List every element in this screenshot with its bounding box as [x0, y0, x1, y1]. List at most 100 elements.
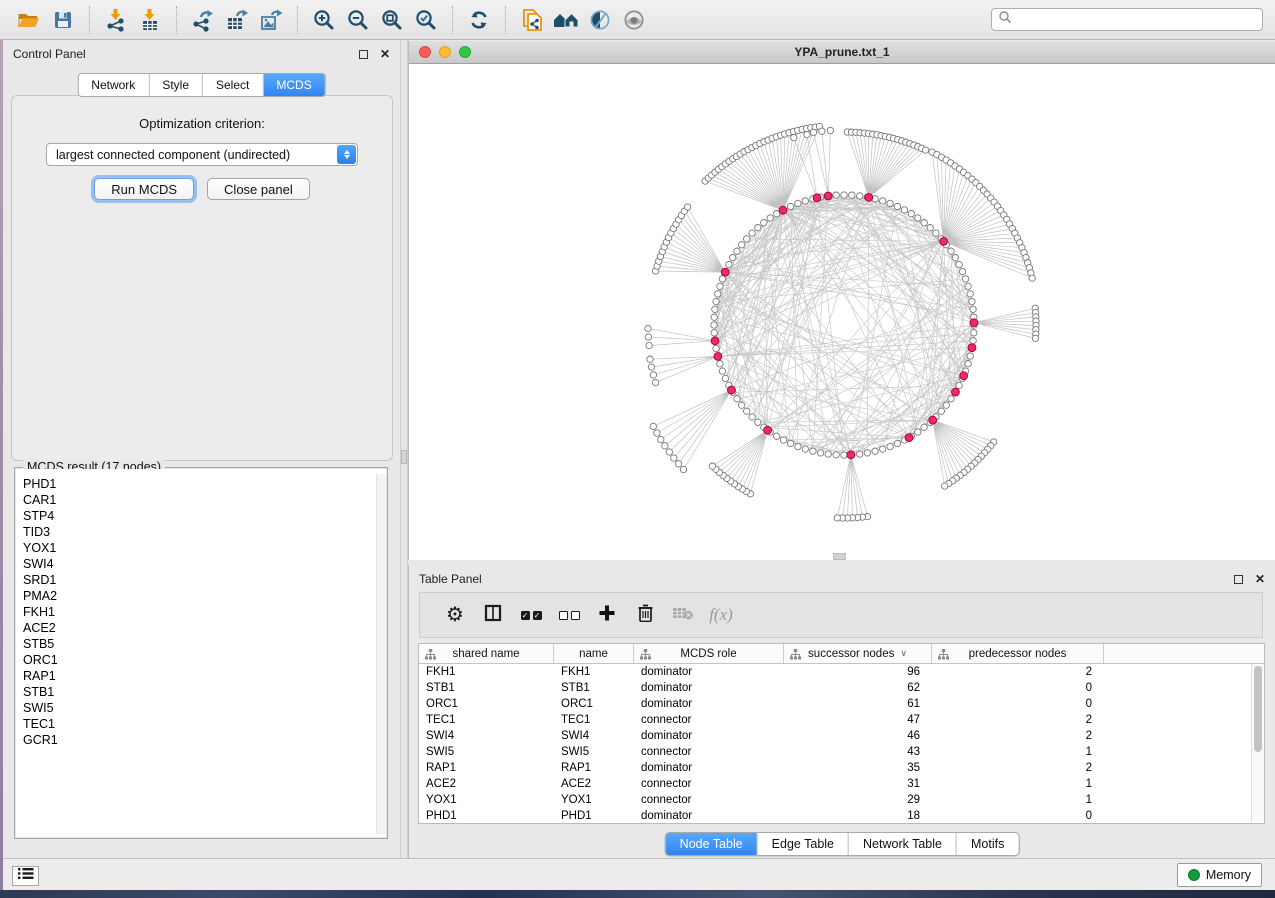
cell-shared-name[interactable]: FKH1 [419, 666, 554, 678]
cell-shared-name[interactable]: PHD1 [419, 810, 554, 822]
network-titlebar[interactable]: YPA_prune.txt_1 [409, 41, 1275, 64]
table-row[interactable]: TEC1TEC1connector472 [419, 712, 1264, 728]
table-row[interactable]: ORC1ORC1dominator610 [419, 696, 1264, 712]
function-builder-button[interactable]: f(x) [702, 598, 740, 632]
mcds-result-item[interactable]: GCR1 [16, 732, 386, 748]
cell-name[interactable]: ACE2 [554, 778, 634, 790]
search-input[interactable] [1012, 13, 1256, 27]
cell-successor-nodes[interactable]: 46 [784, 730, 932, 742]
show-all-button[interactable] [617, 4, 651, 36]
table-row[interactable]: STB1STB1dominator620 [419, 680, 1264, 696]
mcds-result-item[interactable]: ORC1 [16, 652, 386, 668]
zoom-out-button[interactable] [341, 4, 375, 36]
export-image-button[interactable] [254, 4, 288, 36]
tab-motifs[interactable]: Motifs [956, 833, 1018, 855]
cell-mcds-role[interactable]: connector [634, 746, 784, 758]
cell-mcds-role[interactable]: dominator [634, 666, 784, 678]
open-file-button[interactable] [12, 4, 46, 36]
cell-name[interactable]: SWI4 [554, 730, 634, 742]
cell-mcds-role[interactable]: dominator [634, 810, 784, 822]
cell-mcds-role[interactable]: dominator [634, 682, 784, 694]
cell-mcds-role[interactable]: dominator [634, 730, 784, 742]
tab-network[interactable]: Network [78, 74, 148, 96]
import-table-button[interactable] [133, 4, 167, 36]
mcds-result-item[interactable]: YOX1 [16, 540, 386, 556]
scrollbar-thumb[interactable] [1254, 666, 1262, 752]
cell-predecessor-nodes[interactable]: 0 [932, 810, 1104, 822]
table-row[interactable]: PHD1PHD1dominator180 [419, 808, 1264, 824]
cell-successor-nodes[interactable]: 31 [784, 778, 932, 790]
cell-name[interactable]: STB1 [554, 682, 634, 694]
cell-successor-nodes[interactable]: 18 [784, 810, 932, 822]
criterion-dropdown[interactable]: largest connected component (undirected) [46, 143, 358, 166]
add-column-button[interactable] [588, 598, 626, 632]
mcds-result-item[interactable]: PMA2 [16, 588, 386, 604]
cell-shared-name[interactable]: SWI5 [419, 746, 554, 758]
table-settings-button[interactable]: ⚙ [436, 598, 474, 632]
table-row[interactable]: SWI4SWI4dominator462 [419, 728, 1264, 744]
mcds-result-item[interactable]: SWI5 [16, 700, 386, 716]
mcds-result-item[interactable]: SWI4 [16, 556, 386, 572]
table-row[interactable]: YOX1YOX1connector291 [419, 792, 1264, 808]
cell-shared-name[interactable]: SWI4 [419, 730, 554, 742]
cell-shared-name[interactable]: STB1 [419, 682, 554, 694]
mcds-result-item[interactable]: CAR1 [16, 492, 386, 508]
cell-name[interactable]: FKH1 [554, 666, 634, 678]
zoom-in-button[interactable] [307, 4, 341, 36]
cell-predecessor-nodes[interactable]: 1 [932, 746, 1104, 758]
float-panel-icon[interactable] [359, 50, 368, 59]
table-scrollbar[interactable] [1251, 664, 1264, 822]
first-neighbors-button[interactable] [549, 4, 583, 36]
cell-successor-nodes[interactable]: 96 [784, 666, 932, 678]
cell-mcds-role[interactable]: dominator [634, 762, 784, 774]
mcds-result-item[interactable]: RAP1 [16, 668, 386, 684]
column-header-name[interactable]: name [554, 644, 634, 663]
save-session-button[interactable] [46, 4, 80, 36]
memory-button[interactable]: Memory [1177, 863, 1262, 887]
cell-predecessor-nodes[interactable]: 2 [932, 762, 1104, 774]
cell-name[interactable]: YOX1 [554, 794, 634, 806]
table-row[interactable]: RAP1RAP1dominator352 [419, 760, 1264, 776]
split-columns-button[interactable] [474, 598, 512, 632]
select-all-button[interactable]: ✓✓ [512, 598, 550, 632]
close-panel-icon[interactable]: ✕ [380, 50, 390, 59]
cell-predecessor-nodes[interactable]: 1 [932, 778, 1104, 790]
network-graph[interactable] [409, 64, 1274, 560]
hide-selected-button[interactable] [583, 4, 617, 36]
mcds-list-scrollbar[interactable] [376, 474, 386, 834]
task-history-button[interactable] [12, 866, 39, 886]
tab-node-table[interactable]: Node Table [666, 833, 757, 855]
zoom-selected-button[interactable] [409, 4, 443, 36]
cell-mcds-role[interactable]: connector [634, 778, 784, 790]
mcds-result-item[interactable]: STB5 [16, 636, 386, 652]
cell-mcds-role[interactable]: connector [634, 794, 784, 806]
cell-shared-name[interactable]: RAP1 [419, 762, 554, 774]
table-row[interactable]: SWI5SWI5connector431 [419, 744, 1264, 760]
column-header-shared-name[interactable]: shared name [419, 644, 554, 663]
table-row[interactable]: FKH1FKH1dominator962 [419, 664, 1264, 680]
mcds-result-item[interactable]: ACE2 [16, 620, 386, 636]
tab-style[interactable]: Style [148, 74, 202, 96]
cell-mcds-role[interactable]: connector [634, 714, 784, 726]
export-document-button[interactable] [515, 4, 549, 36]
delete-column-button[interactable] [626, 598, 664, 632]
column-header-predecessor-nodes[interactable]: predecessor nodes [932, 644, 1104, 663]
cell-shared-name[interactable]: ORC1 [419, 698, 554, 710]
refresh-layout-button[interactable] [462, 4, 496, 36]
mcds-result-item[interactable]: STP4 [16, 508, 386, 524]
zoom-window-icon[interactable] [459, 46, 471, 58]
cell-predecessor-nodes[interactable]: 2 [932, 730, 1104, 742]
cell-predecessor-nodes[interactable]: 2 [932, 714, 1104, 726]
cell-successor-nodes[interactable]: 43 [784, 746, 932, 758]
cell-mcds-role[interactable]: dominator [634, 698, 784, 710]
close-table-panel-icon[interactable]: ✕ [1255, 575, 1265, 584]
import-network-button[interactable] [99, 4, 133, 36]
close-panel-button[interactable]: Close panel [207, 178, 310, 200]
run-mcds-button[interactable]: Run MCDS [94, 178, 194, 200]
tab-network-table[interactable]: Network Table [848, 833, 956, 855]
cell-predecessor-nodes[interactable]: 1 [932, 794, 1104, 806]
cell-successor-nodes[interactable]: 61 [784, 698, 932, 710]
column-header-successor-nodes[interactable]: successor nodes∨ [784, 644, 932, 663]
mcds-result-list[interactable]: PHD1CAR1STP4TID3YOX1SWI4SRD1PMA2FKH1ACE2… [16, 469, 386, 837]
tab-select[interactable]: Select [202, 74, 262, 96]
